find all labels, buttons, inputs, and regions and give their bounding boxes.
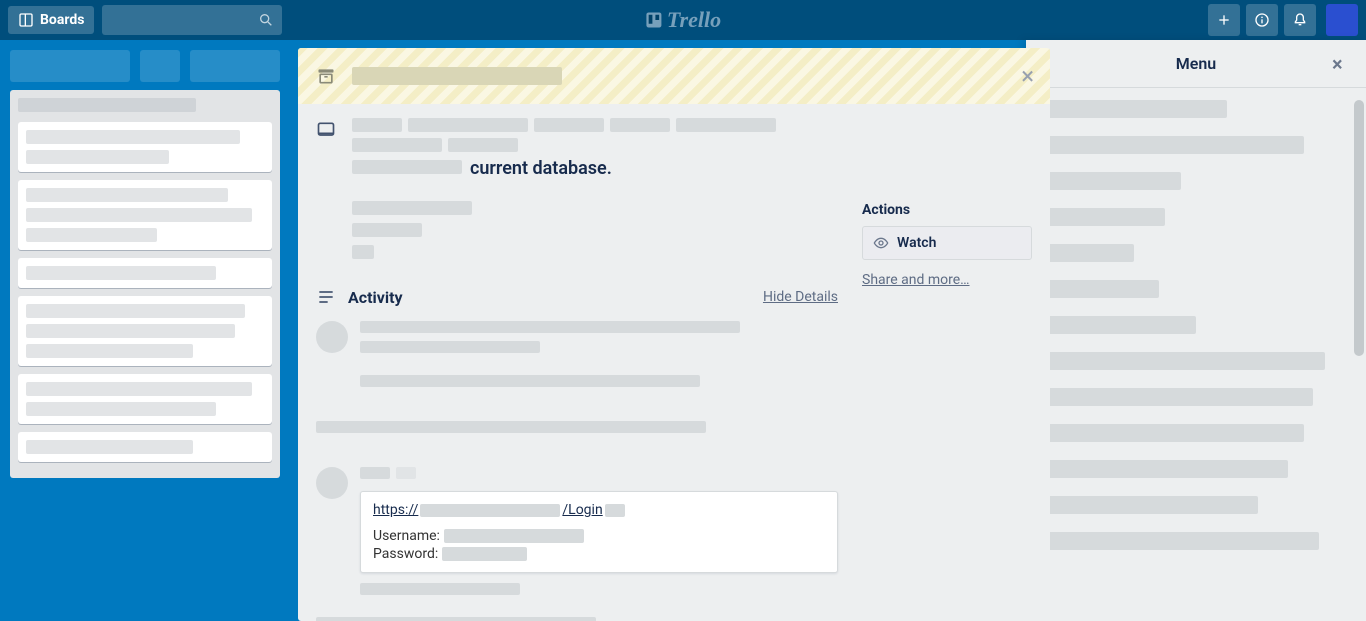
password-label: Password: xyxy=(373,546,438,562)
menu-close-button[interactable]: × xyxy=(1332,54,1352,74)
comment-url[interactable]: https:// /Login xyxy=(373,502,825,518)
username-value-masked xyxy=(444,529,584,543)
topbar-right-controls xyxy=(1208,4,1358,36)
hide-details-link[interactable]: Hide Details xyxy=(763,289,838,305)
activity-entry xyxy=(316,321,838,361)
activity-entry xyxy=(316,617,838,621)
comment-username-row: Username: xyxy=(373,528,825,544)
boards-icon xyxy=(18,12,34,28)
card-title-visible-fragment: current database. xyxy=(470,158,612,179)
card-placeholder[interactable] xyxy=(18,374,272,424)
password-value-masked xyxy=(442,547,527,561)
menu-body xyxy=(1026,88,1366,580)
share-and-more-link[interactable]: Share and more… xyxy=(862,272,1032,288)
card-title-placeholder-row xyxy=(352,118,838,152)
board-menu-panel: Menu × xyxy=(1026,40,1366,621)
activity-avatar xyxy=(316,321,348,353)
search-icon xyxy=(258,12,274,28)
create-button[interactable] xyxy=(1208,4,1240,36)
list-column xyxy=(10,90,280,478)
list-title-placeholder xyxy=(18,98,196,112)
actions-section-title: Actions xyxy=(862,202,1032,218)
notifications-button[interactable] xyxy=(1284,4,1316,36)
archived-banner-title-placeholder xyxy=(352,67,562,85)
user-avatar[interactable] xyxy=(1326,4,1358,36)
activity-entry xyxy=(316,375,838,407)
activity-entry-comment: https:// /Login Username: Password: xyxy=(316,467,838,603)
menu-title: Menu xyxy=(1176,54,1216,73)
eye-icon xyxy=(873,235,889,251)
username-label: Username: xyxy=(373,528,440,544)
card-detail-modal: × xyxy=(298,48,1050,621)
card-placeholder[interactable] xyxy=(18,122,272,172)
menu-header: Menu × xyxy=(1026,40,1366,88)
card-sidebar: Actions Watch Share and more… xyxy=(862,118,1032,621)
boards-button[interactable]: Boards xyxy=(8,6,94,34)
card-placeholder[interactable] xyxy=(18,296,272,366)
trello-logo-text: Trello xyxy=(667,7,721,33)
watch-button-label: Watch xyxy=(897,235,936,251)
archived-banner: × xyxy=(298,48,1050,104)
activity-icon xyxy=(316,287,336,307)
comment-url-prefix: https:// xyxy=(373,502,418,518)
menu-scrollbar[interactable] xyxy=(1354,100,1364,611)
search-input[interactable] xyxy=(102,5,282,35)
info-icon xyxy=(1254,12,1270,28)
modal-close-button[interactable]: × xyxy=(1021,64,1034,88)
card-placeholder[interactable] xyxy=(18,258,272,288)
boards-button-label: Boards xyxy=(40,12,84,28)
comment-password-row: Password: xyxy=(373,546,825,562)
card-placeholder[interactable] xyxy=(18,432,272,462)
activity-section-title: Activity xyxy=(348,288,751,307)
archive-icon xyxy=(316,66,336,86)
plus-icon xyxy=(1216,12,1232,28)
board-name-placeholder xyxy=(10,50,130,82)
trello-logo-icon xyxy=(645,11,663,29)
activity-entry xyxy=(316,421,838,453)
bell-icon xyxy=(1292,12,1308,28)
comment-box: https:// /Login Username: Password: xyxy=(360,491,838,573)
info-button[interactable] xyxy=(1246,4,1278,36)
trello-logo[interactable]: Trello xyxy=(645,7,721,33)
board-team-placeholder xyxy=(190,50,280,82)
comment-url-masked-tail xyxy=(605,504,625,517)
top-navigation-bar: Boards Trello xyxy=(0,0,1366,40)
comment-url-masked-host xyxy=(420,504,560,517)
card-icon xyxy=(316,118,336,144)
board-star-placeholder xyxy=(140,50,180,82)
card-placeholder[interactable] xyxy=(18,180,272,250)
comment-url-suffix: /Login xyxy=(562,502,602,518)
watch-button[interactable]: Watch xyxy=(862,226,1032,260)
activity-avatar xyxy=(316,467,348,499)
